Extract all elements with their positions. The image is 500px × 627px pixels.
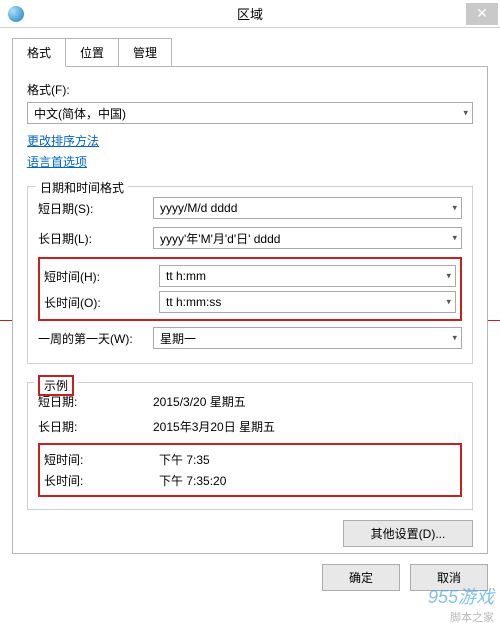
ex-long-time-value: 下午 7:35:20 <box>159 472 456 489</box>
tab-location[interactable]: 位置 <box>65 38 119 67</box>
tab-format[interactable]: 格式 <box>12 38 66 67</box>
short-time-value: tt h:mm <box>166 269 206 283</box>
ex-long-date-value: 2015年3月20日 星期五 <box>153 418 462 435</box>
short-date-value: yyyy/M/d dddd <box>160 201 237 215</box>
chevron-down-icon: ▾ <box>446 271 451 282</box>
ex-short-time-label: 短时间: <box>44 451 159 468</box>
chevron-down-icon: ▾ <box>446 297 451 308</box>
dialog-buttons: 确定 取消 <box>12 564 488 591</box>
highlight-example-rows: 短时间: 下午 7:35 长时间: 下午 7:35:20 <box>38 443 462 497</box>
change-sort-link[interactable]: 更改排序方法 <box>27 132 99 149</box>
watermark-sub: 脚本之家 <box>450 609 494 625</box>
first-day-select[interactable]: 星期一 ▾ <box>153 327 462 349</box>
title-bar: 区域 ✕ <box>0 0 500 28</box>
chevron-down-icon: ▾ <box>463 108 468 119</box>
example-fieldset: 示例 短日期: 2015/3/20 星期五 长日期: 2015年3月20日 星期… <box>27 382 473 510</box>
format-select[interactable]: 中文(简体，中国) ▾ <box>27 102 473 124</box>
long-time-select[interactable]: tt h:mm:ss ▾ <box>159 291 456 313</box>
short-time-label: 短时间(H): <box>44 268 159 285</box>
tab-strip: 格式 位置 管理 <box>12 38 488 67</box>
format-panel: 格式(F): 中文(简体，中国) ▾ 更改排序方法 语言首选项 日期和时间格式 … <box>12 66 488 554</box>
ex-long-time-label: 长时间: <box>44 472 159 489</box>
watermark: 955游戏 <box>428 583 494 609</box>
chevron-down-icon: ▾ <box>452 333 457 344</box>
ex-long-date-label: 长日期: <box>38 418 153 435</box>
tab-management[interactable]: 管理 <box>118 38 172 67</box>
example-legend: 示例 <box>38 375 74 396</box>
long-date-select[interactable]: yyyy'年'M'月'd'日' dddd ▾ <box>153 227 462 249</box>
datetime-legend: 日期和时间格式 <box>36 179 128 196</box>
content-area: 格式 位置 管理 格式(F): 中文(简体，中国) ▾ 更改排序方法 语言首选项… <box>0 28 500 599</box>
first-day-label: 一周的第一天(W): <box>38 330 153 347</box>
short-date-label: 短日期(S): <box>38 200 153 217</box>
highlight-time-rows: 短时间(H): tt h:mm ▾ 长时间(O): tt h:mm:ss ▾ <box>38 257 462 321</box>
short-date-select[interactable]: yyyy/M/d dddd ▾ <box>153 197 462 219</box>
long-date-value: yyyy'年'M'月'd'日' dddd <box>160 230 280 247</box>
chevron-down-icon: ▾ <box>452 203 457 214</box>
chevron-down-icon: ▾ <box>452 233 457 244</box>
long-time-value: tt h:mm:ss <box>166 295 221 309</box>
other-settings-button[interactable]: 其他设置(D)... <box>343 520 473 547</box>
window-title: 区域 <box>0 4 500 23</box>
format-label: 格式(F): <box>27 81 473 98</box>
ex-short-date-value: 2015/3/20 星期五 <box>153 393 462 410</box>
first-day-value: 星期一 <box>160 330 196 347</box>
datetime-fieldset: 日期和时间格式 短日期(S): yyyy/M/d dddd ▾ 长日期(L): … <box>27 186 473 364</box>
ex-short-time-value: 下午 7:35 <box>159 451 456 468</box>
ok-button[interactable]: 确定 <box>322 564 400 591</box>
example-legend-wrap: 示例 <box>34 375 78 396</box>
short-time-select[interactable]: tt h:mm ▾ <box>159 265 456 287</box>
long-time-label: 长时间(O): <box>44 294 159 311</box>
language-prefs-link[interactable]: 语言首选项 <box>27 153 87 170</box>
long-date-label: 长日期(L): <box>38 230 153 247</box>
format-value: 中文(简体，中国) <box>34 105 126 122</box>
